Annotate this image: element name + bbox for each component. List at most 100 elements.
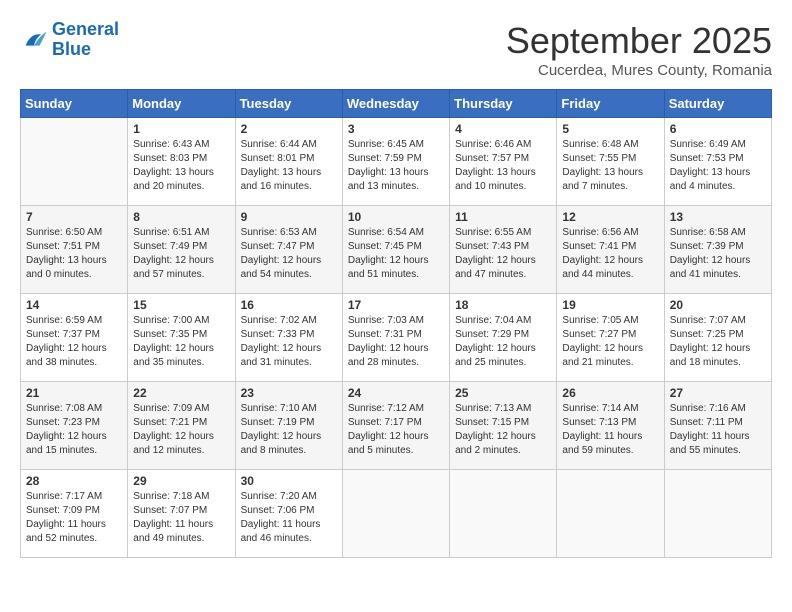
- day-number: 18: [455, 298, 551, 312]
- day-info: Sunrise: 6:54 AM Sunset: 7:45 PM Dayligh…: [348, 226, 444, 282]
- calendar-cell: 19 Sunrise: 7:05 AM Sunset: 7:27 PM Dayli…: [557, 294, 664, 382]
- calendar-cell: 21 Sunrise: 7:08 AM Sunset: 7:23 PM Dayli…: [21, 382, 128, 470]
- day-number: 7: [26, 210, 122, 224]
- day-number: 28: [26, 474, 122, 488]
- day-info: Sunrise: 7:03 AM Sunset: 7:31 PM Dayligh…: [348, 314, 444, 370]
- calendar-cell: 23 Sunrise: 7:10 AM Sunset: 7:19 PM Dayli…: [235, 382, 342, 470]
- calendar-cell: 17 Sunrise: 7:03 AM Sunset: 7:31 PM Dayli…: [342, 294, 449, 382]
- logo: General Blue: [20, 20, 119, 60]
- day-number: 1: [133, 122, 229, 136]
- header-day-monday: Monday: [128, 90, 235, 118]
- day-number: 3: [348, 122, 444, 136]
- calendar-cell: 29 Sunrise: 7:18 AM Sunset: 7:07 PM Dayli…: [128, 470, 235, 558]
- header-day-wednesday: Wednesday: [342, 90, 449, 118]
- day-info: Sunrise: 6:59 AM Sunset: 7:37 PM Dayligh…: [26, 314, 122, 370]
- day-number: 5: [562, 122, 658, 136]
- calendar-cell: 2Sunrise: 6:44 AM Sunset: 8:01 PM Daylig…: [235, 118, 342, 206]
- header-day-sunday: Sunday: [21, 90, 128, 118]
- day-number: 21: [26, 386, 122, 400]
- day-number: 22: [133, 386, 229, 400]
- day-info: Sunrise: 6:46 AM Sunset: 7:57 PM Dayligh…: [455, 138, 551, 194]
- calendar-cell: 7 Sunrise: 6:50 AM Sunset: 7:51 PM Daylig…: [21, 206, 128, 294]
- day-number: 12: [562, 210, 658, 224]
- calendar-header: SundayMondayTuesdayWednesdayThursdayFrid…: [21, 90, 772, 118]
- calendar-week-0: 1 Sunrise: 6:43 AM Sunset: 8:03 PM Daylig…: [21, 118, 772, 206]
- day-info: Sunrise: 7:00 AM Sunset: 7:35 PM Dayligh…: [133, 314, 229, 370]
- calendar-cell: 1 Sunrise: 6:43 AM Sunset: 8:03 PM Daylig…: [128, 118, 235, 206]
- header-day-saturday: Saturday: [664, 90, 771, 118]
- day-info: Sunrise: 7:13 AM Sunset: 7:15 PM Dayligh…: [455, 402, 551, 458]
- day-info: Sunrise: 6:58 AM Sunset: 7:39 PM Dayligh…: [670, 226, 766, 282]
- calendar-cell: 24Sunrise: 7:12 AM Sunset: 7:17 PM Dayli…: [342, 382, 449, 470]
- header-day-friday: Friday: [557, 90, 664, 118]
- calendar-cell: 15 Sunrise: 7:00 AM Sunset: 7:35 PM Dayli…: [128, 294, 235, 382]
- calendar-cell: 18 Sunrise: 7:04 AM Sunset: 7:29 PM Dayli…: [450, 294, 557, 382]
- day-number: 19: [562, 298, 658, 312]
- calendar-cell: 9Sunrise: 6:53 AM Sunset: 7:47 PM Daylig…: [235, 206, 342, 294]
- header-day-thursday: Thursday: [450, 90, 557, 118]
- calendar-cell: 6Sunrise: 6:49 AM Sunset: 7:53 PM Daylig…: [664, 118, 771, 206]
- day-number: 26: [562, 386, 658, 400]
- day-info: Sunrise: 6:45 AM Sunset: 7:59 PM Dayligh…: [348, 138, 444, 194]
- month-title: September 2025: [506, 20, 772, 62]
- day-info: Sunrise: 7:20 AM Sunset: 7:06 PM Dayligh…: [241, 490, 337, 546]
- day-info: Sunrise: 7:10 AM Sunset: 7:19 PM Dayligh…: [241, 402, 337, 458]
- calendar-cell: 22Sunrise: 7:09 AM Sunset: 7:21 PM Dayli…: [128, 382, 235, 470]
- calendar-cell: 5Sunrise: 6:48 AM Sunset: 7:55 PM Daylig…: [557, 118, 664, 206]
- calendar-cell: 25Sunrise: 7:13 AM Sunset: 7:15 PM Dayli…: [450, 382, 557, 470]
- day-number: 13: [670, 210, 766, 224]
- day-number: 11: [455, 210, 551, 224]
- day-number: 23: [241, 386, 337, 400]
- calendar-cell: 13 Sunrise: 6:58 AM Sunset: 7:39 PM Dayli…: [664, 206, 771, 294]
- calendar-cell: 12 Sunrise: 6:56 AM Sunset: 7:41 PM Dayli…: [557, 206, 664, 294]
- day-number: 17: [348, 298, 444, 312]
- calendar-cell: 8Sunrise: 6:51 AM Sunset: 7:49 PM Daylig…: [128, 206, 235, 294]
- calendar-cell: 26 Sunrise: 7:14 AM Sunset: 7:13 PM Dayli…: [557, 382, 664, 470]
- day-number: 15: [133, 298, 229, 312]
- calendar-cell: [342, 470, 449, 558]
- logo-icon: [20, 26, 48, 54]
- day-number: 14: [26, 298, 122, 312]
- calendar-week-2: 14 Sunrise: 6:59 AM Sunset: 7:37 PM Dayli…: [21, 294, 772, 382]
- day-number: 16: [241, 298, 337, 312]
- calendar-cell: 4 Sunrise: 6:46 AM Sunset: 7:57 PM Daylig…: [450, 118, 557, 206]
- day-info: Sunrise: 7:05 AM Sunset: 7:27 PM Dayligh…: [562, 314, 658, 370]
- day-number: 8: [133, 210, 229, 224]
- calendar-week-1: 7 Sunrise: 6:50 AM Sunset: 7:51 PM Daylig…: [21, 206, 772, 294]
- day-number: 4: [455, 122, 551, 136]
- day-info: Sunrise: 7:18 AM Sunset: 7:07 PM Dayligh…: [133, 490, 229, 546]
- calendar-cell: 3 Sunrise: 6:45 AM Sunset: 7:59 PM Daylig…: [342, 118, 449, 206]
- day-number: 30: [241, 474, 337, 488]
- day-info: Sunrise: 6:56 AM Sunset: 7:41 PM Dayligh…: [562, 226, 658, 282]
- day-info: Sunrise: 7:14 AM Sunset: 7:13 PM Dayligh…: [562, 402, 658, 458]
- calendar-cell: 30 Sunrise: 7:20 AM Sunset: 7:06 PM Dayli…: [235, 470, 342, 558]
- calendar-cell: 20 Sunrise: 7:07 AM Sunset: 7:25 PM Dayli…: [664, 294, 771, 382]
- day-info: Sunrise: 7:07 AM Sunset: 7:25 PM Dayligh…: [670, 314, 766, 370]
- day-info: Sunrise: 7:16 AM Sunset: 7:11 PM Dayligh…: [670, 402, 766, 458]
- day-info: Sunrise: 7:08 AM Sunset: 7:23 PM Dayligh…: [26, 402, 122, 458]
- day-number: 20: [670, 298, 766, 312]
- day-info: Sunrise: 6:50 AM Sunset: 7:51 PM Dayligh…: [26, 226, 122, 282]
- header-day-tuesday: Tuesday: [235, 90, 342, 118]
- day-number: 24: [348, 386, 444, 400]
- logo-text: General Blue: [52, 20, 119, 60]
- day-info: Sunrise: 6:53 AM Sunset: 7:47 PM Dayligh…: [241, 226, 337, 282]
- day-number: 29: [133, 474, 229, 488]
- calendar-cell: 10 Sunrise: 6:54 AM Sunset: 7:45 PM Dayli…: [342, 206, 449, 294]
- calendar-cell: 16 Sunrise: 7:02 AM Sunset: 7:33 PM Dayli…: [235, 294, 342, 382]
- day-info: Sunrise: 7:17 AM Sunset: 7:09 PM Dayligh…: [26, 490, 122, 546]
- header-row: SundayMondayTuesdayWednesdayThursdayFrid…: [21, 90, 772, 118]
- subtitle: Cucerdea, Mures County, Romania: [506, 62, 772, 79]
- calendar-cell: [21, 118, 128, 206]
- day-info: Sunrise: 6:55 AM Sunset: 7:43 PM Dayligh…: [455, 226, 551, 282]
- calendar-cell: [557, 470, 664, 558]
- calendar-cell: [450, 470, 557, 558]
- day-info: Sunrise: 6:49 AM Sunset: 7:53 PM Dayligh…: [670, 138, 766, 194]
- day-info: Sunrise: 7:02 AM Sunset: 7:33 PM Dayligh…: [241, 314, 337, 370]
- calendar-cell: 27 Sunrise: 7:16 AM Sunset: 7:11 PM Dayli…: [664, 382, 771, 470]
- day-number: 10: [348, 210, 444, 224]
- day-info: Sunrise: 6:43 AM Sunset: 8:03 PM Dayligh…: [133, 138, 229, 194]
- day-info: Sunrise: 7:04 AM Sunset: 7:29 PM Dayligh…: [455, 314, 551, 370]
- day-number: 27: [670, 386, 766, 400]
- day-info: Sunrise: 6:44 AM Sunset: 8:01 PM Dayligh…: [241, 138, 337, 194]
